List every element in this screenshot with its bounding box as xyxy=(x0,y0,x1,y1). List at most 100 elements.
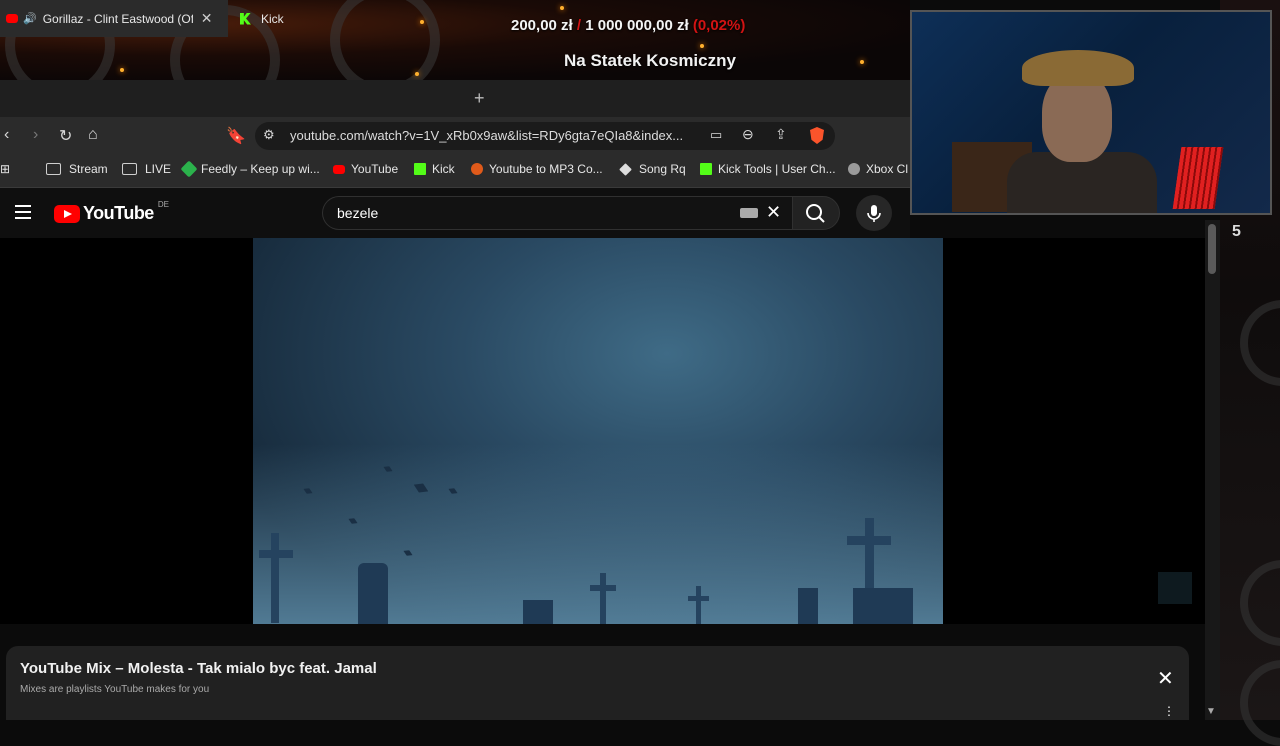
bookmark-label: Song Rq xyxy=(639,162,686,176)
goal-title: Na Statek Kosmiczny xyxy=(564,51,736,70)
gravestone xyxy=(853,588,913,624)
bookmark-label: Feedly – Keep up wi... xyxy=(201,162,320,176)
menu-icon[interactable] xyxy=(15,205,31,223)
bookmark-youtube[interactable]: YouTube xyxy=(333,162,398,176)
tab-label: Gorillaz - Clint Eastwood (Offi xyxy=(42,11,193,26)
bookmark-stream[interactable]: Stream xyxy=(46,162,108,176)
site-settings-icon[interactable]: ⚙ xyxy=(263,127,275,143)
globe-icon xyxy=(848,163,860,175)
ember-particle xyxy=(860,60,864,64)
bookmark-mp3[interactable]: Youtube to MP3 Co... xyxy=(471,162,603,176)
folder-icon xyxy=(122,163,137,175)
search-icon xyxy=(806,204,825,223)
kick-icon xyxy=(414,163,426,175)
gravestone xyxy=(358,563,388,624)
donation-percent: (0,02%) xyxy=(692,17,746,34)
clear-search-icon[interactable]: ✕ xyxy=(766,202,781,223)
search-query[interactable]: bezele xyxy=(337,205,378,221)
ember-particle xyxy=(120,68,124,72)
url-text[interactable]: youtube.com/watch?v=1V_xRb0x9aw&list=RDy… xyxy=(290,128,683,143)
bookmark-icon[interactable]: 🔖 xyxy=(226,126,246,146)
new-tab-button[interactable]: + xyxy=(474,88,485,109)
cast-icon[interactable]: ▭ xyxy=(710,127,722,143)
celtic-knot-decoration xyxy=(1240,300,1280,386)
scrollbar-thumb[interactable] xyxy=(1208,224,1216,274)
bookmark-label: Xbox Cl xyxy=(866,162,909,176)
donation-separator: / xyxy=(576,17,582,34)
feedly-icon xyxy=(180,160,198,178)
ember-particle xyxy=(700,44,704,48)
gravestone xyxy=(798,588,818,624)
mix-title[interactable]: YouTube Mix – Molesta - Tak mialo byc fe… xyxy=(20,660,377,677)
back-icon[interactable]: ‹ xyxy=(4,126,9,144)
forward-icon[interactable]: › xyxy=(33,126,38,144)
grave-cross xyxy=(259,550,293,558)
donation-goal: 1 000 000,00 zł xyxy=(585,17,689,34)
close-icon[interactable]: ✕ xyxy=(1157,666,1174,691)
side-thumbnail[interactable] xyxy=(1158,572,1192,604)
youtube-logo[interactable]: YouTube DE xyxy=(54,200,169,224)
webcam-feed xyxy=(910,10,1272,215)
donation-goal-progress: 200,00 zł / 1 000 000,00 zł (0,02%) xyxy=(511,17,745,34)
kick-favicon-icon xyxy=(240,12,251,25)
scroll-down-icon[interactable]: ▼ xyxy=(1206,706,1216,717)
grave-cross xyxy=(847,536,891,545)
bookmark-label: LIVE xyxy=(145,162,172,176)
search-input[interactable] xyxy=(322,196,792,230)
zoom-out-icon[interactable]: ⊖ xyxy=(742,126,754,143)
donation-current: 200,00 zł xyxy=(511,17,573,34)
bookmark-feedly[interactable]: Feedly – Keep up wi... xyxy=(180,160,320,178)
celtic-knot-decoration xyxy=(1240,560,1280,646)
keyboard-icon[interactable] xyxy=(740,208,758,218)
share-icon[interactable]: ⇪ xyxy=(775,126,787,143)
ember-particle xyxy=(560,6,564,10)
converter-icon xyxy=(471,163,483,175)
bookmark-label: YouTube xyxy=(351,162,399,176)
home-icon[interactable]: ⌂ xyxy=(88,126,98,144)
voice-search-button[interactable] xyxy=(856,195,892,231)
bookmark-label: Stream xyxy=(69,162,108,176)
bookmark-live[interactable]: LIVE xyxy=(122,162,171,176)
bookmark-songrq[interactable]: Song Rq xyxy=(619,162,686,176)
youtube-icon xyxy=(333,164,345,174)
apps-grid-icon[interactable]: ⊞ xyxy=(0,162,10,176)
tab-kick[interactable]: Kick xyxy=(240,0,460,37)
gravestone xyxy=(523,600,553,624)
folder-icon xyxy=(46,163,61,175)
side-number: 5 xyxy=(1232,223,1241,240)
grave-cross xyxy=(688,596,709,601)
grave-cross xyxy=(600,573,606,624)
browser-tab-bar xyxy=(0,80,910,117)
video-frame[interactable] xyxy=(253,238,943,624)
grave-cross xyxy=(590,585,616,591)
tab-close-icon[interactable]: ✕ xyxy=(201,10,213,27)
more-options-icon[interactable]: ⋮ xyxy=(1163,704,1175,718)
ember-particle xyxy=(415,72,419,76)
celtic-knot-decoration xyxy=(1240,660,1280,746)
diamond-icon xyxy=(619,162,632,176)
region-code: DE xyxy=(157,200,169,209)
tab-gorillaz[interactable]: 🔊 Gorillaz - Clint Eastwood (Offi ✕ xyxy=(0,0,228,37)
grave-cross xyxy=(696,586,701,624)
mix-playlist-panel xyxy=(6,646,1189,720)
bookmark-label: Kick xyxy=(432,162,455,176)
search-button[interactable] xyxy=(792,196,840,230)
bookmark-kick-tools[interactable]: Kick Tools | User Ch... xyxy=(700,162,836,176)
microphone-icon xyxy=(867,205,881,222)
bookmark-kick[interactable]: Kick xyxy=(414,162,455,176)
reload-icon[interactable]: ↻ xyxy=(59,126,72,146)
page-scrollbar[interactable] xyxy=(1205,220,1220,720)
mix-subtitle: Mixes are playlists YouTube makes for yo… xyxy=(20,684,210,695)
grave-cross xyxy=(271,533,279,623)
bookmark-xbox[interactable]: Xbox Cl xyxy=(848,162,908,176)
fog-glow xyxy=(253,444,943,624)
youtube-wordmark: YouTube xyxy=(83,203,154,223)
kick-icon xyxy=(700,163,712,175)
webcam-red-light xyxy=(1172,147,1224,209)
youtube-favicon-icon xyxy=(6,14,18,23)
youtube-play-icon xyxy=(54,204,80,223)
bookmark-label: Kick Tools | User Ch... xyxy=(718,162,836,176)
tab-label: Kick xyxy=(261,11,284,26)
audio-playing-icon[interactable]: 🔊 xyxy=(23,12,37,25)
bookmark-label: Youtube to MP3 Co... xyxy=(489,162,603,176)
